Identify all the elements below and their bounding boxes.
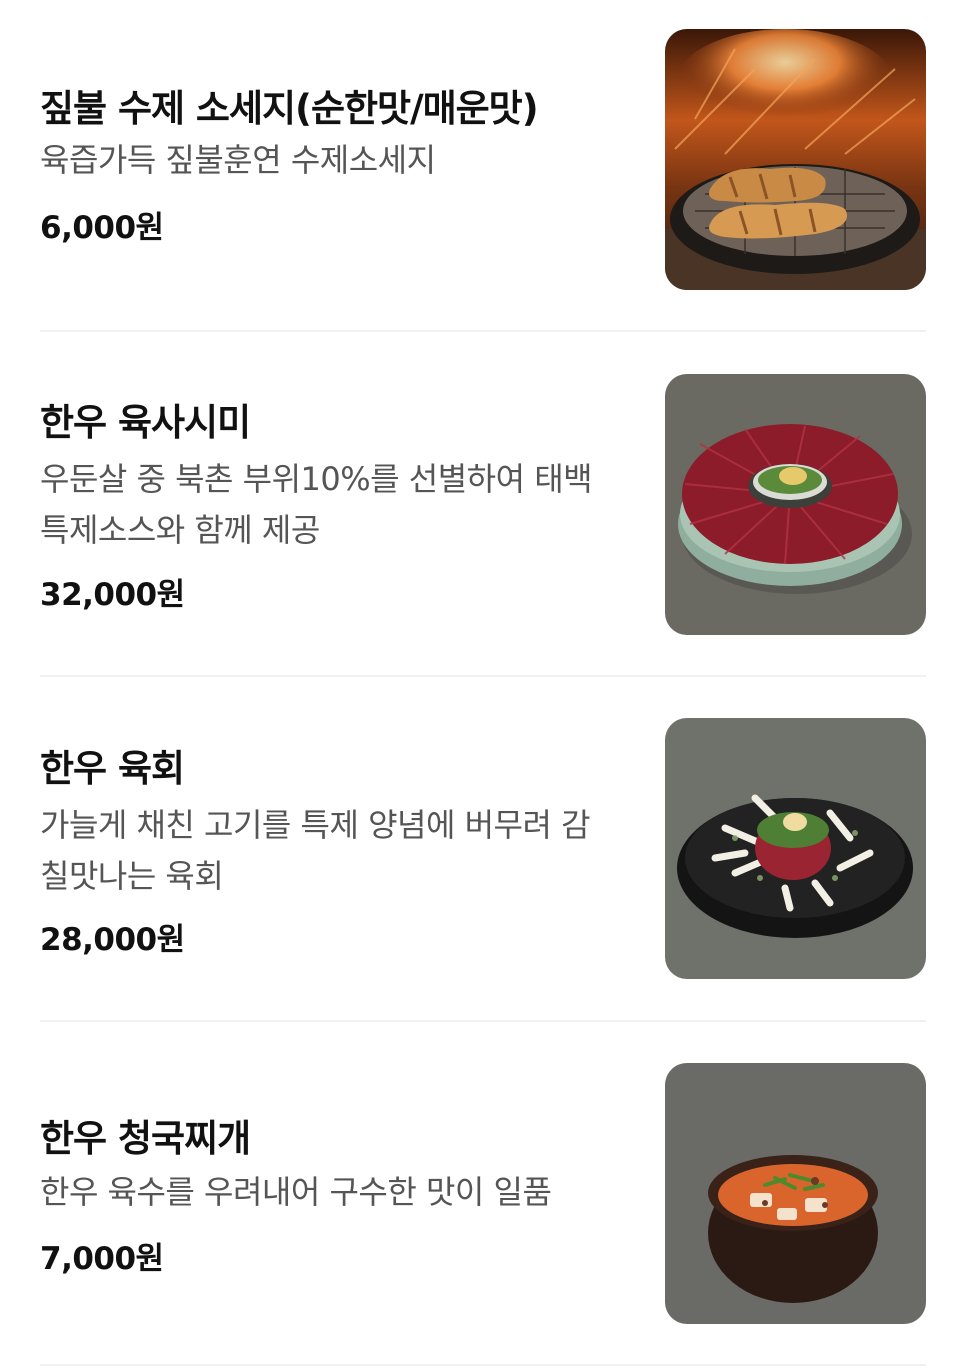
menu-item-name: 한우 육회 — [40, 747, 185, 790]
menu-item-name: 한우 육사시미 — [40, 401, 251, 444]
menu-list: 짚불 수제 소세지(순한맛/매운맛) 육즙가득 짚불훈연 수제소세지 6,000… — [0, 0, 966, 1371]
cheonggukjang-stew-photo[interactable] — [665, 1063, 926, 1324]
menu-item-description: 한우 육수를 우려내어 구수한 맛이 일품 — [40, 1173, 552, 1211]
menu-item-yukhoe[interactable]: 한우 육회 가늘게 채친 고기를 특제 양념에 버무려 감칠맛나는 육회 28,… — [40, 718, 926, 980]
menu-item-price: 32,000원 — [40, 577, 185, 613]
sausage-photo[interactable] — [665, 29, 926, 290]
divider — [40, 1020, 926, 1022]
menu-item-yuk-sashimi[interactable]: 한우 육사시미 우둔살 중 북촌 부위10%를 선별하여 태백 특제소스와 함께… — [40, 374, 926, 636]
menu-item-price: 7,000원 — [40, 1241, 164, 1277]
menu-item-price: 28,000원 — [40, 922, 185, 958]
menu-item-description: 가늘게 채친 고기를 특제 양념에 버무려 감칠맛나는 육회 — [40, 806, 591, 895]
menu-item-name: 한우 청국찌개 — [40, 1117, 251, 1160]
yukhoe-photo[interactable] — [665, 718, 926, 979]
divider — [40, 1364, 926, 1366]
menu-item-sausage[interactable]: 짚불 수제 소세지(순한맛/매운맛) 육즙가득 짚불훈연 수제소세지 6,000… — [40, 29, 926, 291]
divider — [40, 330, 926, 332]
menu-item-cheonggukjang-stew[interactable]: 한우 청국찌개 한우 육수를 우려내어 구수한 맛이 일품 7,000원 — [40, 1063, 926, 1325]
menu-item-description: 육즙가득 짚불훈연 수제소세지 — [40, 141, 436, 179]
menu-item-description: 우둔살 중 북촌 부위10%를 선별하여 태백 특제소스와 함께 제공 — [40, 460, 593, 549]
menu-item-price: 6,000원 — [40, 210, 164, 246]
menu-item-name: 짚불 수제 소세지(순한맛/매운맛) — [40, 87, 539, 130]
divider — [40, 675, 926, 677]
yuk-sashimi-photo[interactable] — [665, 374, 926, 635]
